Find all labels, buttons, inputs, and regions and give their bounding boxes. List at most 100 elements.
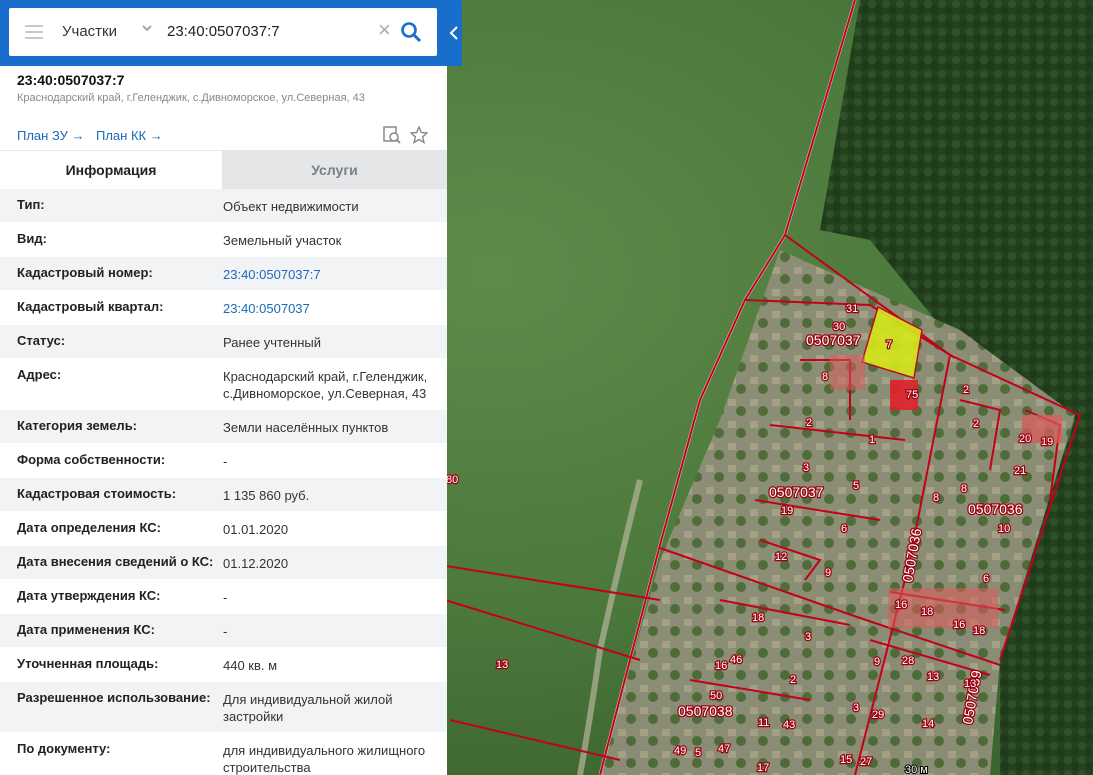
parcel-label: 2 — [806, 417, 812, 429]
info-row: Форма собственности: - — [0, 444, 447, 478]
search-input[interactable]: 23:40:0507037:7 — [167, 23, 280, 40]
parcel-label: 8 — [933, 492, 939, 504]
parcel-label: 19 — [1041, 436, 1053, 448]
tabs: Информация Услуги — [0, 150, 447, 190]
info-row-value: для индивидуального жилищного строительс… — [223, 743, 426, 775]
parcel-label: 16 — [715, 660, 727, 672]
info-row-value: 1 135 860 руб. — [223, 488, 310, 503]
parcel-label: 7 — [886, 339, 892, 351]
info-row-key: Дата определения КС: — [17, 520, 161, 535]
quarter-label: 0507037 — [806, 332, 861, 348]
info-row: Категория земель: Земли населённых пункто… — [0, 410, 447, 444]
info-row: Адрес: Краснодарский край, г.Геленджик, с… — [0, 359, 447, 410]
parcel-label: 3 — [853, 702, 859, 714]
parcel-label: 16 — [895, 599, 907, 611]
tab-information[interactable]: Информация — [0, 151, 222, 190]
info-row-link[interactable]: 23:40:0507037 — [223, 300, 438, 317]
info-row: Дата утверждения КС: - — [0, 580, 447, 614]
info-row-value: 01.12.2020 — [223, 556, 289, 571]
info-row: Кадастровый квартал: 23:40:0507037 — [0, 291, 447, 325]
parcel-label: 13 — [927, 671, 939, 683]
info-row-key: Адрес: — [17, 367, 62, 382]
quarter-label: 0507036 — [968, 501, 1023, 517]
info-row: Кадастровый номер: 23:40:0507037:7 — [0, 257, 447, 291]
info-row: Статус: Ранее учтенный — [0, 325, 447, 359]
parcel-label: 43 — [783, 719, 795, 731]
info-row-value: Ранее учтенный — [223, 335, 321, 350]
parcel-label: 2 — [963, 384, 969, 396]
quarter-label: 0507038 — [678, 703, 733, 719]
parcel-label: 2 — [973, 418, 979, 430]
parcel-label: 14 — [922, 718, 934, 730]
parcel-label: 9 — [825, 567, 831, 579]
parcel-label: 30 — [833, 321, 845, 333]
parcel-label: 18 — [921, 606, 933, 618]
parcel-label: 75 — [906, 389, 918, 401]
parcel-label: 18 — [973, 625, 985, 637]
parcel-label: 15 — [840, 754, 852, 766]
tab-services[interactable]: Услуги — [222, 151, 447, 190]
parcel-label: 13 — [496, 659, 508, 671]
info-row: Кадастровая стоимость: 1 135 860 руб. — [0, 478, 447, 512]
info-row: Дата внесения сведений о КС: 01.12.2020 — [0, 546, 447, 580]
info-row-key: Кадастровый номер: — [17, 265, 153, 280]
parcel-label: 12 — [775, 551, 787, 563]
info-row-value: Земли населённых пунктов — [223, 420, 389, 435]
info-table: Тип: Объект недвижимости Вид: Земельный уча… — [0, 189, 447, 775]
parcel-label: 21 — [1014, 465, 1026, 477]
parcel-label: 16 — [953, 619, 965, 631]
parcel-label: 47 — [718, 743, 730, 755]
chevron-down-icon[interactable] — [141, 22, 153, 37]
parcel-label: 13 — [964, 678, 976, 690]
info-row-key: Категория земель: — [17, 418, 138, 433]
info-row-value: Для индивидуальной жилой застройки — [223, 692, 393, 724]
parcel-label: 80 — [446, 474, 458, 486]
search-icon[interactable] — [400, 21, 422, 43]
parcel-label: 3 — [805, 631, 811, 643]
parcel-label: 3 — [803, 462, 809, 474]
info-row-link[interactable]: 23:40:0507037:7 — [223, 266, 438, 283]
parcel-label: 18 — [752, 612, 764, 624]
search-box: Участки 23:40:0507037:7 × — [9, 8, 437, 56]
info-row: По документу: для индивидуального жилищно… — [0, 733, 447, 775]
info-row: Уточненная площадь: 440 кв. м — [0, 648, 447, 682]
info-row-key: Кадастровая стоимость: — [17, 486, 177, 501]
info-row: Тип: Объект недвижимости — [0, 189, 447, 223]
info-row: Дата определения КС: 01.01.2020 — [0, 512, 447, 546]
menu-icon[interactable] — [25, 25, 43, 39]
object-address: Краснодарский край, г.Геленджик, с.Дивно… — [17, 92, 365, 104]
info-row-value: - — [223, 624, 228, 639]
plan-zu-link[interactable]: План ЗУ → — [17, 128, 85, 143]
info-row-value: 440 кв. м — [223, 658, 278, 673]
parcel-label: 19 — [781, 505, 793, 517]
parcel-label: 8 — [822, 371, 828, 383]
star-icon[interactable] — [409, 125, 429, 149]
quarter-label: 0507037 — [769, 484, 824, 500]
collapse-panel-button[interactable] — [447, 0, 462, 66]
parcel-label: 50 — [710, 690, 722, 702]
info-panel: 23:40:0507037:7 Краснодарский край, г.Ге… — [0, 0, 447, 775]
info-row-key: Дата применения КС: — [17, 622, 155, 637]
plan-kk-link[interactable]: План КК → — [96, 128, 163, 143]
parcel-label: 11 — [758, 717, 769, 729]
info-row-key: Форма собственности: — [17, 452, 166, 467]
close-icon[interactable]: × — [378, 19, 391, 41]
info-row-key: Вид: — [17, 231, 47, 246]
parcel-label: 8 — [961, 483, 967, 495]
category-select[interactable]: Участки — [62, 23, 117, 40]
building — [830, 355, 865, 390]
info-row-value: 01.01.2020 — [223, 522, 289, 537]
parcel-label: 46 — [730, 654, 742, 666]
parcel-label: 10 — [998, 523, 1010, 535]
top-bar: Участки 23:40:0507037:7 × — [0, 0, 462, 66]
search-on-map-icon[interactable] — [383, 126, 401, 149]
info-row-key: Кадастровый квартал: — [17, 299, 164, 314]
parcel-label: 2 — [790, 674, 796, 686]
info-row-key: Уточненная площадь: — [17, 656, 159, 671]
parcel-label: 28 — [902, 655, 914, 667]
parcel-label: 49 — [674, 745, 686, 757]
info-row-key: Дата утверждения КС: — [17, 588, 161, 603]
info-row-value: - — [223, 590, 228, 605]
scale-label: 30 м — [905, 764, 928, 775]
info-row-value: Краснодарский край, г.Геленджик, с.Дивно… — [223, 369, 428, 401]
